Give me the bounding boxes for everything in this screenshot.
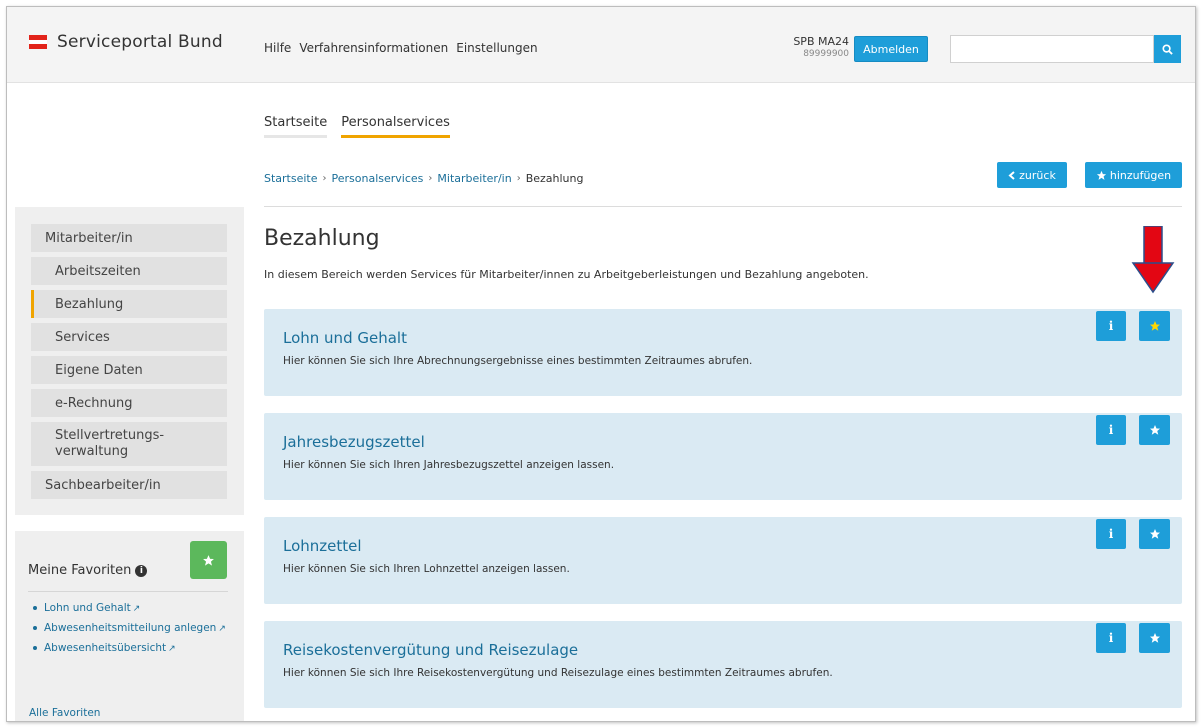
card-title[interactable]: Jahresbezugszettel: [283, 433, 425, 451]
service-card-reisekosten[interactable]: Reisekostenvergütung und Reisezulage Hie…: [264, 621, 1182, 708]
breadcrumb-current: Bezahlung: [525, 172, 584, 185]
service-card-lohn-gehalt[interactable]: Lohn und Gehalt Hier können Sie sich Ihr…: [264, 309, 1182, 396]
favorites-star-button[interactable]: [190, 541, 227, 579]
star-icon: [1149, 529, 1160, 539]
info-button[interactable]: i: [1096, 623, 1126, 653]
page-description: In diesem Bereich werden Services für Mi…: [264, 268, 869, 281]
external-link-icon: ↗: [218, 624, 226, 634]
sidebar-item-bezahlung[interactable]: Bezahlung: [31, 290, 227, 318]
sidebar-item-sachbearbeiter[interactable]: Sachbearbeiter/in: [31, 471, 227, 499]
external-link-icon: ↗: [168, 644, 176, 654]
logout-button[interactable]: Abmelden: [854, 36, 928, 62]
chevron-right-icon: ›: [322, 173, 327, 184]
sidebar-item-label-line1: Stellvertretungs-: [55, 428, 165, 443]
card-description: Hier können Sie sich Ihre Abrechnungserg…: [283, 355, 753, 367]
service-card-jahresbezugszettel[interactable]: Jahresbezugszettel Hier können Sie sich …: [264, 413, 1182, 500]
tab-startseite[interactable]: Startseite: [264, 115, 328, 138]
card-description: Hier können Sie sich Ihre Reisekostenver…: [283, 667, 833, 679]
sidebar-item-stellvertretung[interactable]: Stellvertretungs- verwaltung: [31, 422, 227, 466]
austria-flag-icon: [29, 35, 47, 50]
search-button[interactable]: [1154, 35, 1181, 63]
add-favorite-button[interactable]: hinzufügen: [1085, 162, 1182, 188]
sidebar-item-label-line2: verwaltung: [55, 444, 129, 459]
favorite-button[interactable]: [1139, 623, 1170, 653]
sidebar-item-stellvertretung-label: Stellvertretungs- verwaltung: [55, 428, 164, 460]
external-link-icon: ↗: [132, 604, 141, 614]
star-icon: [1149, 321, 1160, 331]
favorite-item-label: Abwesenheitsübersicht: [44, 642, 167, 654]
chevron-right-icon: ›: [428, 173, 433, 184]
sidebar-item-arbeitszeiten[interactable]: Arbeitszeiten: [31, 257, 227, 285]
sidebar-item-mitarbeiter[interactable]: Mitarbeiter/in: [31, 224, 227, 252]
nav-procedure-info[interactable]: Verfahrensinformationen: [299, 41, 448, 55]
tab-personalservices[interactable]: Personalservices: [341, 115, 450, 138]
sidebar: Mitarbeiter/in Arbeitszeiten Bezahlung S…: [15, 207, 244, 515]
nav-help[interactable]: Hilfe: [264, 41, 291, 55]
back-label: zurück: [1019, 168, 1056, 182]
favorite-item[interactable]: Lohn und Gehalt ↗: [31, 601, 231, 616]
info-button[interactable]: i: [1096, 311, 1126, 341]
sidebar-item-eigene-daten[interactable]: Eigene Daten: [31, 356, 227, 384]
card-description: Hier können Sie sich Ihren Lohnzettel an…: [283, 563, 570, 575]
info-button[interactable]: i: [1096, 415, 1126, 445]
service-card-lohnzettel[interactable]: Lohnzettel Hier können Sie sich Ihren Lo…: [264, 517, 1182, 604]
back-button[interactable]: zurück: [997, 162, 1067, 188]
logo-text: Serviceportal Bund: [57, 32, 223, 52]
info-button[interactable]: i: [1096, 519, 1126, 549]
logo[interactable]: Serviceportal Bund: [29, 32, 223, 52]
card-description: Hier können Sie sich Ihren Jahresbezugsz…: [283, 459, 615, 471]
breadcrumb-startseite[interactable]: Startseite: [264, 172, 318, 185]
card-title[interactable]: Lohnzettel: [283, 537, 362, 555]
favorites-panel: Meine Favoriten i Lohn und Gehalt ↗ Abwes…: [15, 531, 244, 721]
card-title[interactable]: Lohn und Gehalt: [283, 329, 407, 347]
star-icon: [1096, 170, 1106, 180]
breadcrumb-mitarbeiter[interactable]: Mitarbeiter/in: [437, 172, 511, 185]
user-info: SPB MA24 89999900: [767, 35, 849, 59]
header: Serviceportal Bund Hilfe Verfahrensinfor…: [7, 7, 1195, 83]
favorite-button[interactable]: [1139, 415, 1170, 445]
red-arrow-annotation: [1131, 226, 1175, 294]
star-icon: [1149, 633, 1160, 643]
breadcrumb-divider: [264, 206, 1182, 207]
chevron-left-icon: [1008, 170, 1015, 180]
star-icon: [1149, 425, 1160, 435]
search-input[interactable]: [950, 35, 1154, 63]
card-title[interactable]: Reisekostenvergütung und Reisezulage: [283, 641, 578, 659]
favorite-item[interactable]: Abwesenheitsmitteilung anlegen ↗: [31, 621, 231, 636]
favorites-title-text: Meine Favoriten: [28, 563, 132, 578]
all-favorites-link[interactable]: Alle Favoriten: [29, 707, 100, 719]
user-name: SPB MA24: [793, 35, 849, 48]
favorite-button[interactable]: [1139, 519, 1170, 549]
favorites-list: Lohn und Gehalt ↗ Abwesenheitsmitteilung …: [31, 601, 231, 661]
main-tabs: Startseite Personalservices: [264, 115, 450, 138]
breadcrumb: Startseite › Personalservices › Mitarbei…: [264, 172, 584, 185]
favorites-title: Meine Favoriten i: [28, 563, 148, 578]
chevron-right-icon: ›: [516, 173, 521, 184]
sidebar-item-e-rechnung[interactable]: e-Rechnung: [31, 389, 227, 417]
favorites-divider: [28, 591, 228, 592]
star-icon: [203, 554, 214, 566]
add-favorite-label: hinzufügen: [1109, 168, 1172, 182]
favorite-button[interactable]: [1139, 311, 1170, 341]
top-nav: Hilfe Verfahrensinformationen Einstellun…: [264, 41, 538, 55]
app-window: Serviceportal Bund Hilfe Verfahrensinfor…: [6, 6, 1196, 722]
favorite-item-label: Lohn und Gehalt: [44, 602, 131, 614]
page-title: Bezahlung: [264, 226, 380, 251]
nav-settings[interactable]: Einstellungen: [456, 41, 537, 55]
user-number: 89999900: [803, 49, 849, 59]
favorite-item-label: Abwesenheitsmitteilung anlegen: [44, 622, 217, 634]
breadcrumb-personalservices[interactable]: Personalservices: [332, 172, 424, 185]
favorite-item[interactable]: Abwesenheitsübersicht ↗: [31, 641, 231, 656]
search-icon: [1162, 43, 1173, 55]
sidebar-item-services[interactable]: Services: [31, 323, 227, 351]
info-icon[interactable]: i: [135, 564, 148, 577]
